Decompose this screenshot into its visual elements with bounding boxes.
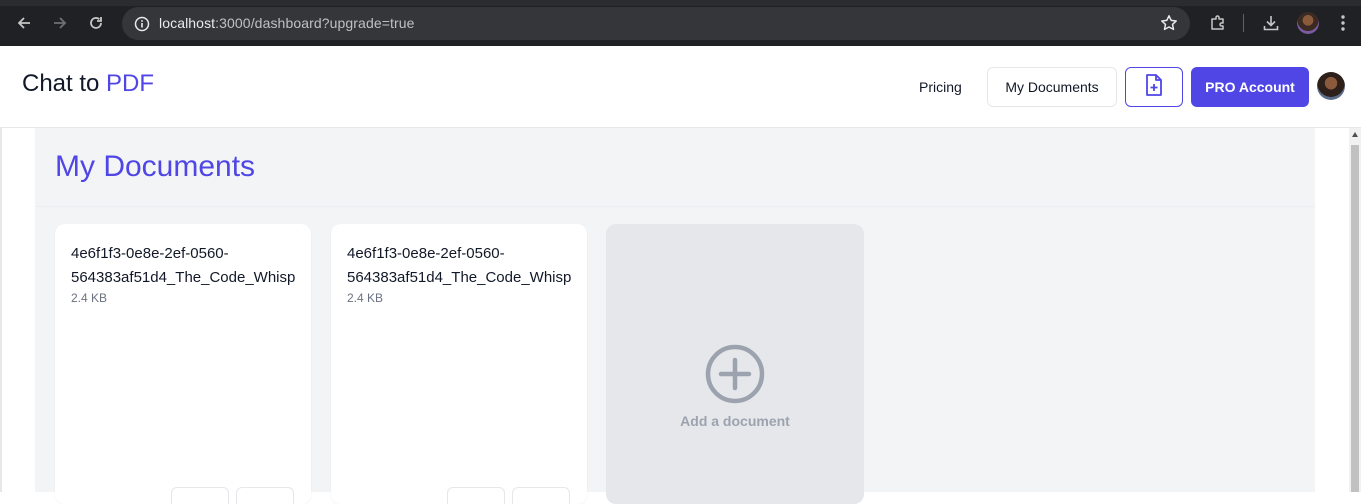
star-icon[interactable] — [1160, 14, 1178, 37]
add-document-card[interactable]: Add a document — [606, 224, 864, 504]
title-divider — [35, 206, 1315, 207]
address-bar[interactable]: localhost:3000/dashboard?upgrade=true — [122, 7, 1190, 40]
url-host: localhost — [159, 15, 216, 31]
document-card[interactable]: 4e6f1f3-0e8e-2ef-0560- 564383af51d4_The_… — [55, 224, 311, 504]
pricing-link[interactable]: Pricing — [919, 67, 962, 107]
logo-accent: PDF — [106, 70, 155, 97]
user-avatar[interactable] — [1317, 72, 1345, 100]
toolbar-divider — [1243, 14, 1244, 32]
upload-document-button[interactable] — [1125, 67, 1183, 107]
left-edge-rule — [0, 128, 2, 492]
page-title: My Documents — [55, 150, 256, 183]
site-info-icon[interactable] — [132, 14, 152, 34]
my-documents-button[interactable]: My Documents — [987, 67, 1117, 107]
url-path: :3000/dashboard?upgrade=true — [215, 15, 415, 31]
scroll-up-arrow[interactable] — [1352, 132, 1358, 137]
menu-dots-icon[interactable] — [1331, 11, 1355, 35]
browser-toolbar: localhost:3000/dashboard?upgrade=true — [0, 0, 1361, 46]
scroll-thumb[interactable] — [1351, 145, 1359, 492]
delete-document-button[interactable] — [512, 487, 570, 504]
file-plus-icon — [1143, 73, 1165, 102]
app-header: Chat to PDF Pricing My Documents PRO Acc… — [0, 46, 1361, 128]
add-document-label: Add a document — [680, 413, 790, 429]
tab-strip — [0, 0, 1361, 6]
document-size: 2.4 KB — [347, 291, 384, 305]
delete-document-button[interactable] — [236, 487, 294, 504]
download-document-button[interactable] — [447, 487, 505, 504]
page-scrollbar[interactable] — [1349, 128, 1361, 492]
plus-circle-icon — [705, 344, 765, 409]
download-document-button[interactable] — [171, 487, 229, 504]
download-icon[interactable] — [1259, 11, 1283, 35]
document-name-line1: 4e6f1f3-0e8e-2ef-0560- — [347, 245, 505, 262]
logo-prefix: Chat to — [22, 70, 107, 97]
url-text[interactable]: localhost:3000/dashboard?upgrade=true — [159, 15, 415, 31]
forward-arrow-icon[interactable] — [48, 11, 72, 35]
document-name-line2: 564383af51d4_The_Code_Whisp — [71, 269, 295, 286]
browser-profile-avatar[interactable] — [1297, 12, 1319, 34]
document-name: 4e6f1f3-0e8e-2ef-0560- 564383af51d4_The_… — [347, 242, 571, 290]
back-arrow-icon[interactable] — [12, 11, 36, 35]
document-name-line2: 564383af51d4_The_Code_Whisp — [347, 269, 571, 286]
document-card[interactable]: 4e6f1f3-0e8e-2ef-0560- 564383af51d4_The_… — [331, 224, 587, 504]
documents-panel: My Documents 4e6f1f3-0e8e-2ef-0560- 5643… — [35, 128, 1315, 504]
reload-icon[interactable] — [84, 11, 108, 35]
document-name-line1: 4e6f1f3-0e8e-2ef-0560- — [71, 245, 229, 262]
app-logo[interactable]: Chat to PDF — [22, 70, 154, 98]
document-size: 2.4 KB — [71, 291, 108, 305]
document-name: 4e6f1f3-0e8e-2ef-0560- 564383af51d4_The_… — [71, 242, 295, 290]
pro-account-button[interactable]: PRO Account — [1191, 67, 1309, 107]
extensions-icon[interactable] — [1206, 11, 1230, 35]
